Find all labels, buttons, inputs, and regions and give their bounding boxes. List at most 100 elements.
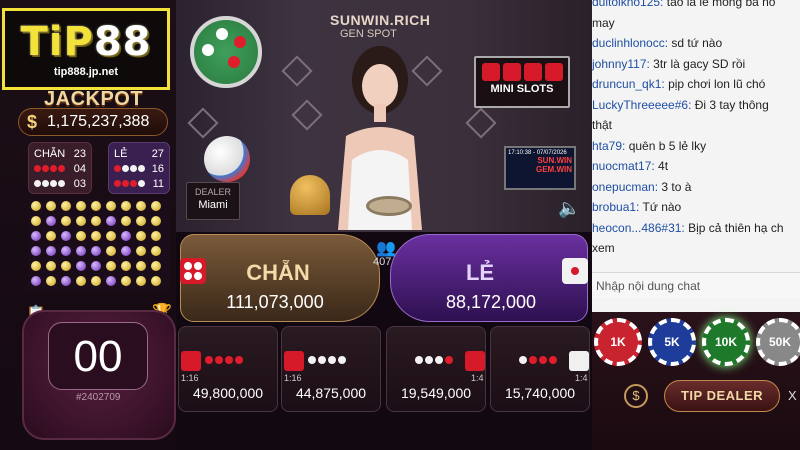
dice-icon — [569, 351, 589, 371]
road-ball-even — [136, 200, 146, 211]
red-disc — [215, 356, 223, 364]
road-ball-even — [151, 260, 161, 271]
white-disc — [415, 356, 423, 364]
road-ball-even — [76, 275, 86, 286]
road-ball-even — [136, 275, 146, 286]
white-disc — [519, 356, 527, 364]
stat-le-row1: 16 — [151, 162, 164, 175]
road-ball-even — [121, 200, 131, 211]
red-disc — [529, 356, 537, 364]
road-ball-even — [46, 200, 56, 211]
red-disc — [235, 356, 243, 364]
chat-message: duitoikno125: tao là lê mông ba nó — [592, 0, 800, 10]
white-disc — [318, 356, 326, 364]
plate-disc-white — [202, 44, 214, 56]
even-dice-icon — [180, 258, 206, 284]
road-ball-even — [106, 260, 116, 271]
side-bet-four-red[interactable]: 1:16 49,800,000 — [178, 326, 278, 412]
road-ball-odd — [121, 230, 131, 241]
mini-slots-sign[interactable]: MINI SLOTS — [474, 56, 570, 108]
chat-username[interactable]: johnny117: — [592, 57, 653, 71]
countdown-timer: 00 — [48, 322, 148, 390]
coin-icon[interactable]: $ — [624, 384, 648, 408]
jackpot-amount-box: $ 1,175,237,388 — [18, 108, 168, 136]
red-disc — [225, 356, 233, 364]
white-disc — [425, 356, 433, 364]
road-row — [28, 243, 170, 258]
stat-le-total: 27 — [151, 147, 164, 160]
chat-username[interactable]: hta79: — [592, 139, 629, 153]
road-ball-even — [46, 260, 56, 271]
close-icon[interactable]: X — [788, 388, 797, 403]
red-disc — [445, 356, 453, 364]
road-ball-even — [91, 275, 101, 286]
side-bet-amount: 44,875,000 — [295, 385, 367, 401]
chat-username[interactable]: brobua1: — [592, 200, 643, 214]
chat-input[interactable]: Nhập nội dung chat — [592, 272, 800, 298]
road-ball-even — [91, 200, 101, 211]
road-ball-even — [106, 200, 116, 211]
stat-chan: CHẴN 23 04 03 — [28, 142, 92, 194]
bet-le-label: LẺ — [465, 260, 495, 285]
odd-dice-icon — [562, 258, 588, 284]
chat-username[interactable]: nuocmat17: — [592, 159, 658, 173]
road-ball-even — [151, 230, 161, 241]
stat-chan-label: CHẴN — [34, 147, 66, 160]
road-ball-odd — [91, 245, 101, 256]
chat-text: 3tr là gacy SD rồi — [653, 56, 746, 71]
road-row — [28, 198, 170, 213]
side-bet-balls — [415, 356, 453, 364]
chat-message: thật — [592, 117, 800, 133]
chat-text: xem — [592, 241, 615, 255]
side-bet-ratio: 1:4 — [575, 373, 588, 383]
speaker-icon[interactable]: 🔈 — [558, 198, 580, 219]
chat-text: Tứ nào — [642, 200, 682, 214]
red-disc — [539, 356, 547, 364]
road-ball-odd — [76, 260, 86, 271]
side-bet-balls — [519, 356, 557, 364]
road-ball-even — [106, 230, 116, 241]
side-bet-amount: 15,740,000 — [504, 385, 576, 401]
chat-username[interactable]: onepucman: — [592, 180, 661, 194]
side-bet-ratio: 1:4 — [471, 373, 484, 383]
chat-username[interactable]: druncun_qk1: — [592, 77, 668, 91]
chip-5k[interactable]: 5K — [648, 318, 696, 366]
bet-le-amount: 88,172,000 — [445, 292, 537, 312]
white-disc — [338, 356, 346, 364]
chip-1k[interactable]: 1K — [594, 318, 642, 366]
players-icon: 👥 — [376, 240, 396, 257]
road-ball-even — [76, 230, 86, 241]
chat-username[interactable]: LuckyThreeeee#6: — [592, 98, 695, 112]
road-ball-odd — [121, 245, 131, 256]
chip-50k[interactable]: 50K — [756, 318, 800, 366]
chat-message: hta79: quên b 5 lẻ lky — [592, 138, 800, 154]
chat-message: brobua1: Tứ nào — [592, 199, 800, 215]
monitor-text: SUN.WIN GEM.WIN — [536, 156, 572, 174]
road-ball-even — [31, 215, 41, 226]
side-bet-three-red[interactable]: 1:4 15,740,000 — [490, 326, 590, 412]
chat-username[interactable]: duitoikno125: — [592, 0, 667, 9]
road-ball-odd — [61, 230, 71, 241]
chat-text: Đi 3 tay thông — [694, 97, 769, 112]
chat-username[interactable]: duclinhlonocc: — [592, 36, 671, 50]
road-ball-even — [61, 215, 71, 226]
mini-slots-label: MINI SLOTS — [490, 83, 554, 95]
chat-username[interactable]: heocon...486#31: — [592, 221, 688, 235]
road-ball-even — [136, 230, 146, 241]
side-bet-amount: 19,549,000 — [400, 385, 472, 401]
tip-dealer-button[interactable]: TIP DEALER — [664, 380, 780, 412]
chip-10k[interactable]: 10K — [702, 318, 750, 366]
round-id: #2402709 — [76, 392, 121, 403]
side-bet-amount: 49,800,000 — [192, 385, 264, 401]
road-ball-even — [136, 260, 146, 271]
logo-mark-a: TiP — [20, 19, 94, 65]
road-row — [28, 258, 170, 273]
side-bet-four-white[interactable]: 1:16 44,875,000 — [281, 326, 381, 412]
stage-brand-sub: GEN SPOT — [340, 28, 397, 40]
chat-message: johnny117: 3tr là gacy SD rồi — [592, 56, 800, 72]
stat-le-label: LẺ — [114, 147, 128, 160]
dice-icon — [284, 351, 304, 371]
side-bet-three-white[interactable]: 1:4 19,549,000 — [386, 326, 486, 412]
road-ball-even — [91, 215, 101, 226]
road-ball-odd — [91, 260, 101, 271]
